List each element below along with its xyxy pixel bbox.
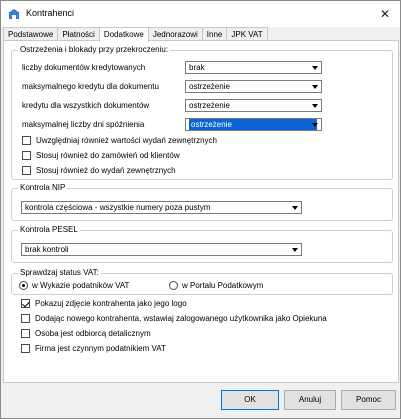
- limit-label: maksymalnego kredytu dla dokumentu: [22, 82, 159, 91]
- checkbox-box: [22, 136, 31, 145]
- checkbox-box: [21, 344, 30, 353]
- nip-group: Kontrola NIP kontrola częściowa - wszyst…: [11, 183, 393, 221]
- limits-group: Ostrzeżenia i blokady przy przekroczeniu…: [11, 45, 393, 180]
- include-external-checkbox[interactable]: Uwzględniaj również wartości wydań zewnę…: [22, 136, 217, 145]
- app-icon: [8, 9, 20, 19]
- checkbox-box: [22, 166, 31, 175]
- checkbox-box: [21, 299, 30, 308]
- pesel-control-select[interactable]: brak kontroli: [21, 243, 302, 256]
- limit-label: liczby dokumentów kredytowanych: [22, 63, 146, 72]
- limit-max-credit-select[interactable]: ostrzeżenie: [185, 80, 322, 93]
- chevron-down-icon: [312, 104, 318, 108]
- title-bar: Kontrahenci ✕: [1, 1, 400, 27]
- limit-select-value: brak: [189, 63, 205, 72]
- pesel-select-value: brak kontroli: [25, 245, 69, 254]
- tab-strip: Podstawowe Płatności Dodatkowe Jednorazo…: [3, 27, 268, 42]
- checkbox-label: Pokazuj zdjęcie kontrahenta jako jego lo…: [35, 299, 187, 308]
- checkbox-label: Firma jest czynnym podatnikiem VAT: [35, 344, 166, 353]
- limit-label: maksymalnej liczby dni spóźnienia: [22, 120, 145, 129]
- chevron-down-icon: [292, 248, 298, 252]
- vat-whitelist-radio[interactable]: w Wykazie podatników VAT: [19, 281, 129, 290]
- vat-status-group: Sprawdzaj status VAT: w Wykazie podatnik…: [11, 268, 393, 295]
- checkbox-label: Osoba jest odbiorcą detalicznym: [35, 329, 151, 338]
- radio-label: w Wykazie podatników VAT: [32, 281, 130, 290]
- limit-late-days-select[interactable]: ostrzeżenie: [185, 118, 322, 131]
- help-button[interactable]: Pomoc: [341, 390, 396, 410]
- limit-select-value: ostrzeżenie: [189, 101, 230, 110]
- checkbox-box: [21, 314, 30, 323]
- tab-panel-dodatkowe: Ostrzeżenia i blokady przy przekroczeniu…: [3, 40, 399, 383]
- chevron-down-icon: [312, 123, 318, 127]
- checkbox-label: Stosuj również do wydań zewnętrznych: [36, 166, 176, 175]
- tab-platnosci[interactable]: Płatności: [57, 27, 100, 41]
- radio-dot: [19, 281, 28, 290]
- checkbox-box: [21, 329, 30, 338]
- checkbox-label: Uwzględniaj również wartości wydań zewnę…: [36, 136, 217, 145]
- radio-dot: [169, 281, 178, 290]
- tab-jednorazowi[interactable]: Jednorazowi: [147, 27, 203, 41]
- pesel-group-title: Kontrola PESEL: [18, 225, 80, 234]
- cancel-button[interactable]: Anuluj: [284, 390, 336, 410]
- checkbox-label: Stosuj również do zamówień od klientów: [36, 151, 180, 160]
- tab-inne[interactable]: Inne: [201, 27, 228, 41]
- apply-orders-checkbox[interactable]: Stosuj również do zamówień od klientów: [22, 151, 180, 160]
- window-title: Kontrahenci: [26, 8, 75, 18]
- radio-label: w Portalu Podatkowym: [182, 281, 264, 290]
- close-icon[interactable]: ✕: [374, 3, 396, 25]
- chevron-down-icon: [292, 206, 298, 210]
- kontrahenci-dialog: Kontrahenci ✕ Podstawowe Płatności Dodat…: [0, 0, 401, 419]
- assign-logged-user-checkbox[interactable]: Dodając nowego kontrahenta, wstawiaj zal…: [21, 314, 327, 323]
- nip-control-select[interactable]: kontrola częściowa - wszystkie numery po…: [21, 201, 302, 214]
- chevron-down-icon: [312, 85, 318, 89]
- limits-group-title: Ostrzeżenia i blokady przy przekroczeniu…: [18, 45, 171, 54]
- pesel-group: Kontrola PESEL brak kontroli: [11, 225, 393, 263]
- tab-dodatkowe[interactable]: Dodatkowe: [98, 27, 149, 42]
- limit-total-credit-select[interactable]: ostrzeżenie: [185, 99, 322, 112]
- nip-group-title: Kontrola NIP: [18, 183, 68, 192]
- checkbox-label: Dodając nowego kontrahenta, wstawiaj zal…: [35, 314, 327, 323]
- limit-documents-count-select[interactable]: brak: [185, 61, 322, 74]
- retail-customer-checkbox[interactable]: Osoba jest odbiorcą detalicznym: [21, 329, 151, 338]
- active-vat-payer-checkbox[interactable]: Firma jest czynnym podatnikiem VAT: [21, 344, 166, 353]
- limit-select-value: ostrzeżenie: [189, 82, 230, 91]
- tab-jpk-vat[interactable]: JPK VAT: [226, 27, 268, 41]
- limit-select-value: ostrzeżenie: [189, 119, 317, 130]
- ok-button[interactable]: OK: [221, 390, 279, 410]
- apply-external-issues-checkbox[interactable]: Stosuj również do wydań zewnętrznych: [22, 166, 176, 175]
- vat-status-group-title: Sprawdzaj status VAT:: [18, 268, 101, 277]
- limit-label: kredytu dla wszystkich dokumentów: [22, 101, 150, 110]
- checkbox-box: [22, 151, 31, 160]
- nip-select-value: kontrola częściowa - wszystkie numery po…: [25, 203, 211, 212]
- show-photo-as-logo-checkbox[interactable]: Pokazuj zdjęcie kontrahenta jako jego lo…: [21, 299, 187, 308]
- chevron-down-icon: [312, 66, 318, 70]
- vat-portal-radio[interactable]: w Portalu Podatkowym: [169, 281, 263, 290]
- tab-podstawowe[interactable]: Podstawowe: [3, 27, 59, 41]
